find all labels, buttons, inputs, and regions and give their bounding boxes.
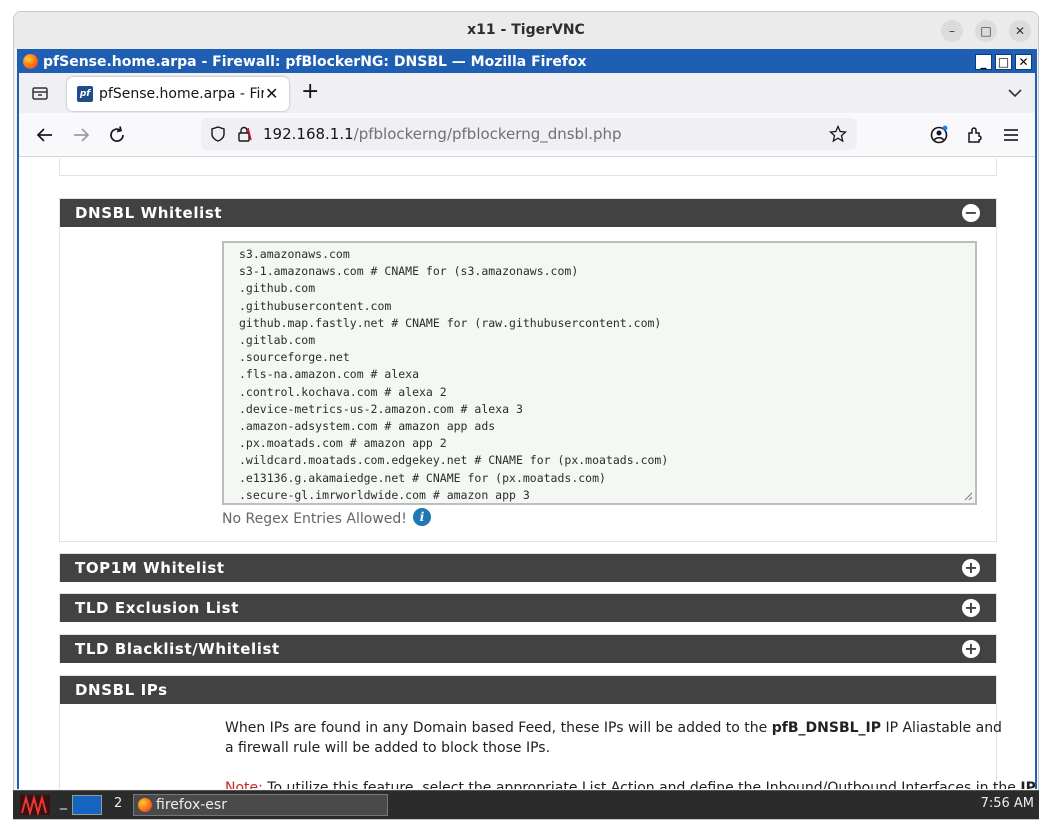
panel-top1m-whitelist: TOP1M Whitelist + [59, 553, 997, 582]
dnsbl-ips-note: Note: To utilize this feature, select th… [225, 778, 1035, 789]
workspace-switcher[interactable] [72, 795, 102, 815]
firefox-icon [138, 798, 152, 812]
whitelist-entry: .control.kochava.com # alexa 2 [239, 384, 447, 399]
expand-plus-icon[interactable]: + [962, 599, 980, 617]
x11-close-icon[interactable]: ✕ [1015, 54, 1032, 70]
whitelist-textarea[interactable]: s3.amazonaws.com s3-1.amazonaws.com # CN… [222, 241, 977, 505]
panel-heading: DNSBL Whitelist − [60, 199, 996, 227]
minimize-icon[interactable]: – [941, 20, 963, 42]
new-tab-icon[interactable]: + [301, 80, 319, 104]
firefox-titlebar[interactable]: pfSense.home.arpa - Firewall: pfBlockerN… [19, 51, 1035, 73]
whitelist-entry: github.map.fastly.net # CNAME for (raw.g… [239, 315, 662, 330]
whitelist-entry: .gitlab.com [239, 333, 316, 348]
whitelist-entry: .secure-gl.imrworldwide.com # amazon app… [239, 487, 530, 502]
window-title: pfSense.home.arpa - Firewall: pfBlockerN… [43, 54, 587, 70]
panel-heading: DNSBL IPs [60, 676, 996, 704]
panel-title: DNSBL Whitelist [75, 204, 223, 222]
note-text: To utilize this feature, select the appr… [262, 780, 1021, 789]
firefox-icon [23, 54, 38, 69]
x11-minimize-icon[interactable]: _ [975, 54, 992, 70]
description-text: When IPs are found in any Domain based F… [225, 720, 772, 736]
panel-heading: TLD Exclusion List + [60, 594, 996, 622]
panel-tld-blacklist: TLD Blacklist/Whitelist + [59, 634, 997, 663]
panel-title: TLD Blacklist/Whitelist [75, 640, 280, 658]
whitelist-entry: .e13136.g.akamaiedge.net # CNAME for (px… [239, 470, 606, 485]
help-text: No Regex Entries Allowed! [222, 511, 407, 527]
whitelist-entry: .device-metrics-us-2.amazon.com # alexa … [239, 401, 523, 416]
reload-icon[interactable] [107, 125, 127, 145]
panel-dnsbl-whitelist: DNSBL Whitelist − s3.amazonaws.com s3-1.… [59, 198, 997, 542]
info-icon[interactable]: i [413, 508, 431, 526]
workspace-number: 2 [114, 796, 123, 811]
url-host: 192.168.1.1 [263, 125, 354, 143]
whitelist-entry: .sourceforge.net [239, 350, 350, 365]
whitelist-entry: s3-1.amazonaws.com # CNAME for (s3.amazo… [239, 264, 579, 279]
close-icon[interactable]: ✕ [1009, 20, 1031, 42]
panel-heading: TLD Blacklist/Whitelist + [60, 635, 996, 663]
whitelist-entry: .wildcard.moatads.com.edgekey.net # CNAM… [239, 453, 669, 468]
whitelist-entry: .fls-na.amazon.com # alexa [239, 367, 420, 382]
url-path: /pfblockerng/pfblockerng_dnsbl.php [353, 125, 622, 143]
clock: 7:56 AM [980, 796, 1034, 811]
tab-label: pfSense.home.arpa - Fire [99, 86, 264, 102]
dnsbl-ips-description-2: a firewall rule will be added to block t… [225, 740, 551, 756]
panel-dnsbl-ips: DNSBL IPs When IPs are found in any Doma… [59, 675, 1035, 789]
panel-title: DNSBL IPs [75, 681, 168, 699]
note-label: Note: [225, 780, 263, 789]
tab-pfsense[interactable]: pf pfSense.home.arpa - Fire ✕ [67, 77, 289, 111]
vnc-title: x11 - TigerVNC [467, 22, 585, 38]
whitelist-entry: .amazon-adsystem.com # amazon app ads [239, 419, 496, 434]
account-icon[interactable] [929, 125, 949, 145]
back-icon[interactable] [35, 125, 55, 145]
previous-panel-bottom [59, 158, 997, 176]
vnc-window: x11 - TigerVNC – □ ✕ pfSense.home.arpa -… [13, 11, 1039, 820]
start-menu-icon[interactable] [20, 795, 50, 815]
ip-tab-link: IP Tab [1020, 780, 1035, 789]
url-text: 192.168.1.1/pfblockerng/pfblockerng_dnsb… [263, 125, 622, 143]
bookmark-star-icon[interactable] [829, 125, 847, 143]
maximize-icon[interactable]: □ [975, 20, 997, 42]
expand-plus-icon[interactable]: + [962, 559, 980, 577]
whitelist-entry: .px.moatads.com # amazon app 2 [239, 436, 447, 451]
vnc-titlebar[interactable]: x11 - TigerVNC – □ ✕ [14, 12, 1038, 49]
whitelist-entry: .githubusercontent.com [239, 298, 392, 313]
panel-title: TOP1M Whitelist [75, 559, 225, 577]
panel-heading: TOP1M Whitelist + [60, 554, 996, 582]
tab-close-icon[interactable]: ✕ [265, 84, 278, 103]
nav-bar: 192.168.1.1/pfblockerng/pfblockerng_dnsb… [19, 113, 1035, 157]
tab-bar: pf pfSense.home.arpa - Fire ✕ + [19, 73, 1035, 113]
panel-title: TLD Exclusion List [75, 599, 239, 617]
url-bar[interactable]: 192.168.1.1/pfblockerng/pfblockerng_dnsb… [201, 118, 857, 150]
collapse-minus-icon[interactable]: − [962, 204, 980, 222]
dnsbl-ips-description: When IPs are found in any Domain based F… [225, 718, 1002, 738]
forward-icon[interactable] [71, 125, 91, 145]
extensions-icon[interactable] [965, 125, 985, 145]
x11-maximize-icon[interactable]: □ [995, 54, 1012, 70]
chevron-down-icon[interactable] [1007, 85, 1023, 101]
menu-icon[interactable] [1001, 125, 1021, 145]
whitelist-entry: .github.com [239, 281, 316, 296]
page-content: DNSBL Whitelist − s3.amazonaws.com s3-1.… [19, 158, 1035, 789]
taskbar: _ 2 firefox-esr 7:56 AM [13, 790, 1039, 819]
taskbar-app-label: firefox-esr [156, 797, 227, 813]
tab-list-icon[interactable] [31, 84, 49, 102]
show-desktop-icon[interactable]: _ [60, 794, 67, 810]
lock-icon[interactable] [235, 125, 253, 143]
panel-tld-exclusion: TLD Exclusion List + [59, 593, 997, 622]
taskbar-app-firefox[interactable]: firefox-esr [133, 794, 388, 816]
expand-plus-icon[interactable]: + [962, 640, 980, 658]
description-text: IP Aliastable and [881, 720, 1002, 736]
whitelist-entry: s3.amazonaws.com [239, 247, 350, 261]
shield-icon[interactable] [209, 125, 227, 143]
alias-name: pfB_DNSBL_IP [771, 720, 881, 736]
resize-handle-icon[interactable] [964, 492, 973, 501]
pfsense-favicon-icon: pf [77, 86, 93, 102]
firefox-window: pfSense.home.arpa - Firewall: pfBlockerN… [17, 49, 1037, 789]
